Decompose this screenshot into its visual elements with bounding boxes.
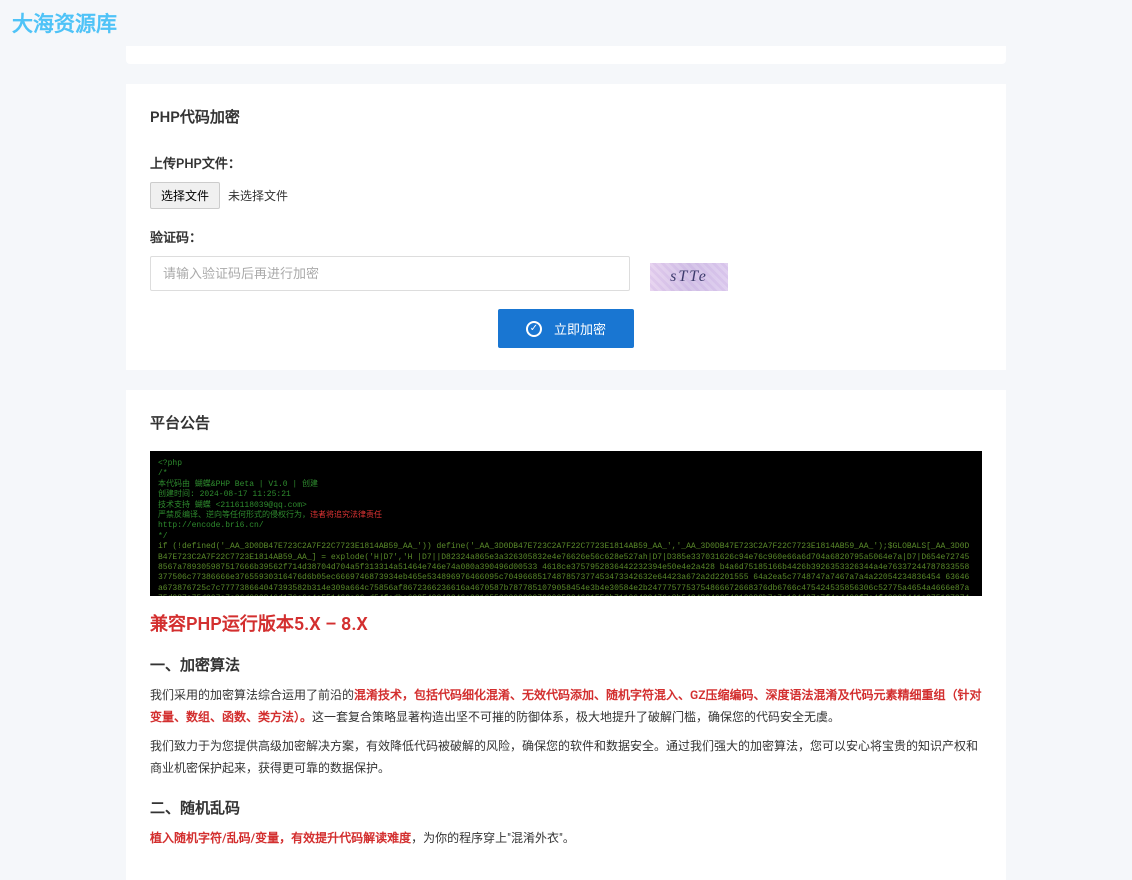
encrypt-card: PHP代码加密 上传PHP文件： 选择文件 未选择文件 验证码： sTTe ✓ … [126, 84, 1006, 370]
refresh-icon: ✓ [526, 321, 542, 337]
choose-file-button[interactable]: 选择文件 [150, 182, 220, 209]
top-strip [126, 46, 1006, 64]
captcha-label: 验证码： [150, 227, 982, 246]
section-1-p2: 我们致力于为您提供高级加密解决方案，有效降低代码被破解的风险，确保您的软件和数据… [150, 736, 982, 779]
section-2-title: 二、随机乱码 [150, 797, 982, 818]
submit-label: 立即加密 [554, 319, 606, 338]
compat-heading: 兼容PHP运行版本5.X – 8.X [150, 610, 982, 636]
file-status-text: 未选择文件 [228, 187, 288, 204]
encrypt-title: PHP代码加密 [150, 106, 982, 127]
notice-card: 平台公告 <?php /* 本代码由 蝴蝶&PHP Beta | V1.0 | … [126, 390, 1006, 880]
section-1-p1: 我们采用的加密算法综合运用了前沿的混淆技术，包括代码细化混淆、无效代码添加、随机… [150, 685, 982, 728]
section-2-p1: 植入随机字符/乱码/变量，有效提升代码解读难度，为你的程序穿上"混淆外衣"。 [150, 828, 982, 850]
captcha-input[interactable] [150, 256, 630, 291]
submit-button[interactable]: ✓ 立即加密 [498, 309, 634, 348]
code-preview[interactable]: <?php /* 本代码由 蝴蝶&PHP Beta | V1.0 | 创建 创建… [150, 451, 982, 596]
notice-title: 平台公告 [150, 412, 982, 433]
captcha-image[interactable]: sTTe [650, 263, 728, 291]
upload-label: 上传PHP文件： [150, 153, 982, 172]
site-logo[interactable]: 大海资源库 [12, 13, 117, 37]
section-1-title: 一、加密算法 [150, 654, 982, 675]
